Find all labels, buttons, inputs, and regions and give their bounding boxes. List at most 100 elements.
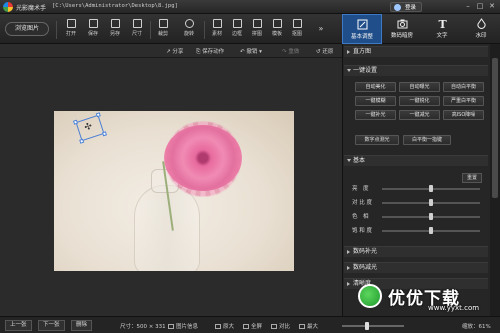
undo-button[interactable]: ↶ 撤销 ▾ — [240, 47, 262, 55]
camera-icon — [397, 19, 407, 29]
next-image-button[interactable]: 下一张 — [38, 320, 65, 331]
resize-handle[interactable] — [95, 112, 101, 118]
redo-button[interactable]: ↷ 重做 — [282, 47, 299, 55]
svg-text:T: T — [438, 18, 447, 29]
login-button[interactable]: 登录 — [390, 2, 423, 12]
brightness-slider[interactable]: 亮 度 — [352, 184, 486, 193]
redo-label: 重做 — [288, 49, 300, 55]
flower — [164, 125, 242, 191]
fullscreen-icon — [243, 324, 249, 329]
tab-text[interactable]: T 文字 — [422, 14, 462, 44]
fit-button[interactable]: 最大 — [299, 322, 318, 330]
one-click-sharpen-button[interactable]: 一键锐化 — [399, 96, 440, 106]
save-action-button[interactable]: ⎘ 保存动作 — [196, 47, 224, 56]
compare-button[interactable]: 对比 — [271, 322, 290, 330]
collage-icon — [252, 19, 262, 28]
panel-scroll-thumb[interactable] — [492, 58, 498, 198]
collage-label: 拼图 — [251, 31, 262, 37]
previous-image-button[interactable]: 上一张 — [5, 320, 32, 331]
saturation-slider[interactable]: 饱 和 度 — [352, 226, 486, 235]
delete-button[interactable]: 删除 — [71, 320, 93, 331]
spot-metering-button[interactable]: 数字点测光 — [355, 135, 399, 145]
one-click-reduce-light-button[interactable]: 一键减光 — [399, 110, 440, 120]
cutout-label: 抠图 — [291, 31, 302, 37]
image-canvas[interactable]: ✣ — [0, 58, 342, 316]
save-as-button[interactable]: 另存 — [106, 19, 124, 41]
resize-handle[interactable] — [79, 138, 85, 144]
open-label: 打开 — [65, 31, 76, 37]
share-button[interactable]: ↗ 分享 — [166, 47, 183, 55]
maximize-button[interactable]: □ — [475, 2, 485, 11]
resize-button[interactable]: 尺寸 — [128, 19, 146, 41]
cutout-button[interactable]: 抠图 — [288, 19, 306, 41]
section-one-click[interactable]: 一键设置 — [344, 65, 488, 76]
material-label: 素材 — [211, 31, 222, 37]
slider-knob[interactable] — [429, 199, 433, 206]
contrast-slider[interactable]: 对 比 度 — [352, 198, 486, 207]
tab-basic-adjust[interactable]: 基本调整 — [342, 14, 382, 44]
image-info-button[interactable]: 图片信息 — [168, 322, 198, 330]
section-basic[interactable]: 基本 — [344, 155, 488, 166]
panel-tabs: 基本调整 数码暗房 T 文字 水印 — [342, 14, 500, 44]
zoom-slider[interactable] — [342, 325, 404, 327]
section-histogram[interactable]: 直方图 — [344, 46, 488, 57]
minimize-button[interactable]: – — [463, 2, 473, 11]
original-size-button[interactable]: 原大 — [215, 322, 234, 330]
high-iso-denoise-button[interactable]: 高ISO降噪 — [443, 110, 484, 120]
collage-button[interactable]: 拼图 — [248, 19, 266, 41]
one-click-fill-light-button[interactable]: 一键补光 — [355, 110, 396, 120]
photo[interactable]: ✣ — [54, 111, 294, 271]
app-logo-icon — [3, 2, 13, 12]
slider-knob[interactable] — [429, 227, 433, 234]
auto-beautify-button[interactable]: 自动美化 — [355, 82, 396, 92]
save-button[interactable]: 保存 — [84, 19, 102, 41]
strict-white-balance-button[interactable]: 严重白平衡 — [443, 96, 484, 106]
image-size: 尺寸：500 × 331 — [120, 324, 166, 330]
material-button[interactable]: 素材 — [208, 19, 226, 41]
tab-watermark[interactable]: 水印 — [462, 14, 500, 44]
border-button[interactable]: 边框 — [228, 19, 246, 41]
tab-digital-darkroom[interactable]: 数码暗房 — [382, 14, 422, 44]
slider-knob[interactable] — [429, 185, 433, 192]
save-icon — [88, 19, 98, 28]
tab-watermark-label: 水印 — [475, 33, 487, 39]
selected-sticker[interactable]: ✣ — [72, 112, 108, 144]
slider-knob[interactable] — [429, 213, 433, 220]
revert-button[interactable]: ↺ 还原 — [316, 47, 333, 55]
tab-digital-darkroom-label: 数码暗房 — [390, 33, 413, 39]
info-icon — [168, 324, 174, 329]
zoom-slider-knob[interactable] — [365, 322, 369, 330]
watermark-icon — [476, 18, 486, 29]
fit-label: 最大 — [307, 324, 319, 330]
more-tools-button[interactable]: » — [312, 24, 330, 46]
resize-handle[interactable] — [72, 119, 79, 125]
cutout-icon — [292, 19, 302, 28]
section-reduce-light[interactable]: 数码减光 — [344, 262, 488, 273]
open-button[interactable]: 打开 — [62, 19, 80, 41]
template-button[interactable]: 模板 — [268, 19, 286, 41]
fit-icon — [299, 324, 305, 329]
close-button[interactable]: ✕ — [487, 2, 497, 11]
resize-handle[interactable] — [101, 131, 108, 137]
status-bar: 上一张 下一张 删除 尺寸：500 × 331 图片信息 原大 全屏 对比 最大… — [0, 316, 500, 333]
save-as-label: 另存 — [109, 31, 120, 37]
app-title: 光影魔术手 — [16, 5, 47, 12]
sticker-glyph-icon: ✣ — [83, 121, 94, 134]
rotate-button[interactable]: 旋转 — [180, 19, 198, 41]
section-fill-light[interactable]: 数码补光 — [344, 246, 488, 257]
file-path: [C:\Users\Administrator\Desktop\8.jpg] — [52, 3, 178, 9]
image-info-label: 图片信息 — [176, 324, 199, 330]
one-click-blur-button[interactable]: 一键模糊 — [355, 96, 396, 106]
white-balance-picker-button[interactable]: 白平衡一指键 — [403, 135, 451, 145]
site-watermark: 优优下载 www.yyxt.com — [358, 284, 498, 314]
material-icon — [212, 19, 222, 28]
auto-white-balance-button[interactable]: 自动白平衡 — [443, 82, 484, 92]
reset-button[interactable]: 重置 — [462, 173, 482, 183]
browse-images-button[interactable]: 浏览图片 — [5, 22, 49, 36]
hue-slider[interactable]: 色 相 — [352, 212, 486, 221]
save-action-label: 保存动作 — [202, 49, 225, 55]
crop-button[interactable]: 裁剪 — [154, 19, 172, 41]
fullscreen-button[interactable]: 全屏 — [243, 322, 262, 330]
crop-icon — [158, 19, 168, 28]
auto-exposure-button[interactable]: 自动曝光 — [399, 82, 440, 92]
